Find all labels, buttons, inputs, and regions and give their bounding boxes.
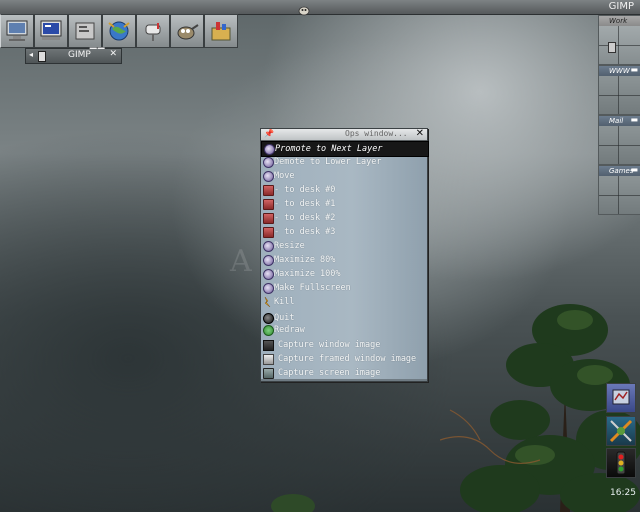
desk-work[interactable]: Work <box>598 15 640 65</box>
menu-item-label: Maximize 100% <box>274 269 341 279</box>
window-controls[interactable]: ▔▔ ✕ <box>90 49 118 59</box>
desk-mail[interactable]: Mail ▬ <box>598 115 640 165</box>
top-bar: GIMP <box>0 0 640 16</box>
network-tool-icon[interactable] <box>606 416 636 446</box>
layer-icon <box>264 144 275 155</box>
capture-window-icon <box>263 340 274 351</box>
menu-item-label: - to desk #0 <box>274 185 336 195</box>
clock: 16:25 <box>610 488 636 498</box>
menu-bottom-border <box>261 379 427 381</box>
redraw-icon <box>263 325 274 336</box>
desk-label: WWW <box>609 67 630 75</box>
pin-icon[interactable]: 📌 <box>264 129 274 138</box>
desk-label: Mail <box>609 117 624 125</box>
shrub-decoration <box>271 494 315 512</box>
menu-item-desk-2[interactable]: - to desk #2 <box>261 211 427 225</box>
window-ops-menu: 📌 Ops window... ✕ Promote to Next Layer … <box>260 128 429 382</box>
menu-titlebar[interactable]: 📌 Ops window... ✕ <box>261 128 427 141</box>
desk-icon <box>263 199 274 210</box>
menu-item-resize[interactable]: Resize <box>261 239 427 253</box>
package-icon[interactable] <box>204 14 238 48</box>
menu-item-label: Quit <box>274 313 295 323</box>
menu-item-kill[interactable]: Kill <box>261 295 427 309</box>
maximize-icon <box>263 255 274 266</box>
desk-icon <box>263 227 274 238</box>
desk-www[interactable]: WWW ▬ <box>598 65 640 115</box>
menu-item-label: - to desk #1 <box>274 199 336 209</box>
fullscreen-icon <box>263 283 274 294</box>
move-icon <box>263 171 274 182</box>
menu-item-label: Maximize 80% <box>274 255 336 265</box>
menu-title: Ops window... <box>345 129 408 138</box>
menu-item-fullscreen[interactable]: Make Fullscreen <box>261 281 427 295</box>
terminal-icon[interactable] <box>34 14 68 48</box>
globe-icon[interactable] <box>102 14 136 48</box>
close-icon[interactable]: ✕ <box>416 128 424 139</box>
menu-item-capture-window[interactable]: Capture window image <box>261 338 427 352</box>
menu-item-label: Make Fullscreen <box>274 283 351 293</box>
desk-icon <box>263 213 274 224</box>
menu-item-desk-0[interactable]: - to desk #0 <box>261 183 427 197</box>
file-manager-icon[interactable] <box>68 14 102 48</box>
document-icon <box>38 51 46 62</box>
watermark-text: A <box>230 244 252 279</box>
active-window-title: GIMP <box>608 1 634 12</box>
monitor-icon[interactable] <box>0 14 34 48</box>
desk-games[interactable]: Games ▬ <box>598 165 640 215</box>
menu-item-demote[interactable]: Demote to Lower Layer <box>261 155 427 169</box>
menu-item-label: Kill <box>274 297 295 307</box>
gimp-window-bar[interactable]: ◂ GIMP ▔▔ ✕ <box>25 48 122 64</box>
menu-item-label: Redraw <box>274 325 305 335</box>
monitor-app-icon[interactable] <box>606 383 636 413</box>
menu-item-maximize-80[interactable]: Maximize 80% <box>261 253 427 267</box>
mailbox-icon[interactable] <box>136 14 170 48</box>
desk-label: Work <box>609 17 628 25</box>
menu-arrow-icon[interactable]: ◂ <box>29 50 33 59</box>
menu-item-label: - to desk #3 <box>274 227 336 237</box>
menu-item-desk-3[interactable]: - to desk #3 <box>261 225 427 239</box>
menu-item-label: Capture screen image <box>278 368 381 378</box>
menu-item-label: Promote to Next Layer <box>275 144 383 154</box>
menu-item-label: - to desk #2 <box>274 213 336 223</box>
desktop-pager: Work WWW ▬ Mail ▬ Games ▬ <box>598 15 640 215</box>
kill-icon <box>263 296 272 308</box>
menu-item-label: Resize <box>274 241 305 251</box>
capture-screen-icon <box>263 368 274 379</box>
menu-item-label: Capture framed window image <box>278 354 417 364</box>
tux-icon[interactable] <box>296 1 312 16</box>
menu-item-redraw[interactable]: Redraw <box>261 323 427 337</box>
menu-item-maximize-100[interactable]: Maximize 100% <box>261 267 427 281</box>
capture-framed-icon <box>263 354 274 365</box>
menu-item-label: Capture window image <box>278 340 381 350</box>
menu-item-label: Move <box>274 171 295 181</box>
maximize-icon <box>263 269 274 280</box>
menu-item-capture-screen[interactable]: Capture screen image <box>261 366 427 380</box>
menu-item-label: Demote to Lower Layer <box>274 157 382 167</box>
layer-icon <box>263 157 274 168</box>
gimp-window-label: GIMP <box>68 50 91 60</box>
launcher-bar <box>0 14 238 48</box>
window-thumb-icon <box>608 42 616 53</box>
traffic-light-icon[interactable] <box>606 448 636 478</box>
menu-item-move[interactable]: Move <box>261 169 427 183</box>
menu-item-desk-1[interactable]: - to desk #1 <box>261 197 427 211</box>
resize-icon <box>263 241 274 252</box>
menu-item-capture-framed[interactable]: Capture framed window image <box>261 352 427 366</box>
desk-icon <box>263 185 274 196</box>
gimp-icon[interactable] <box>170 14 204 48</box>
